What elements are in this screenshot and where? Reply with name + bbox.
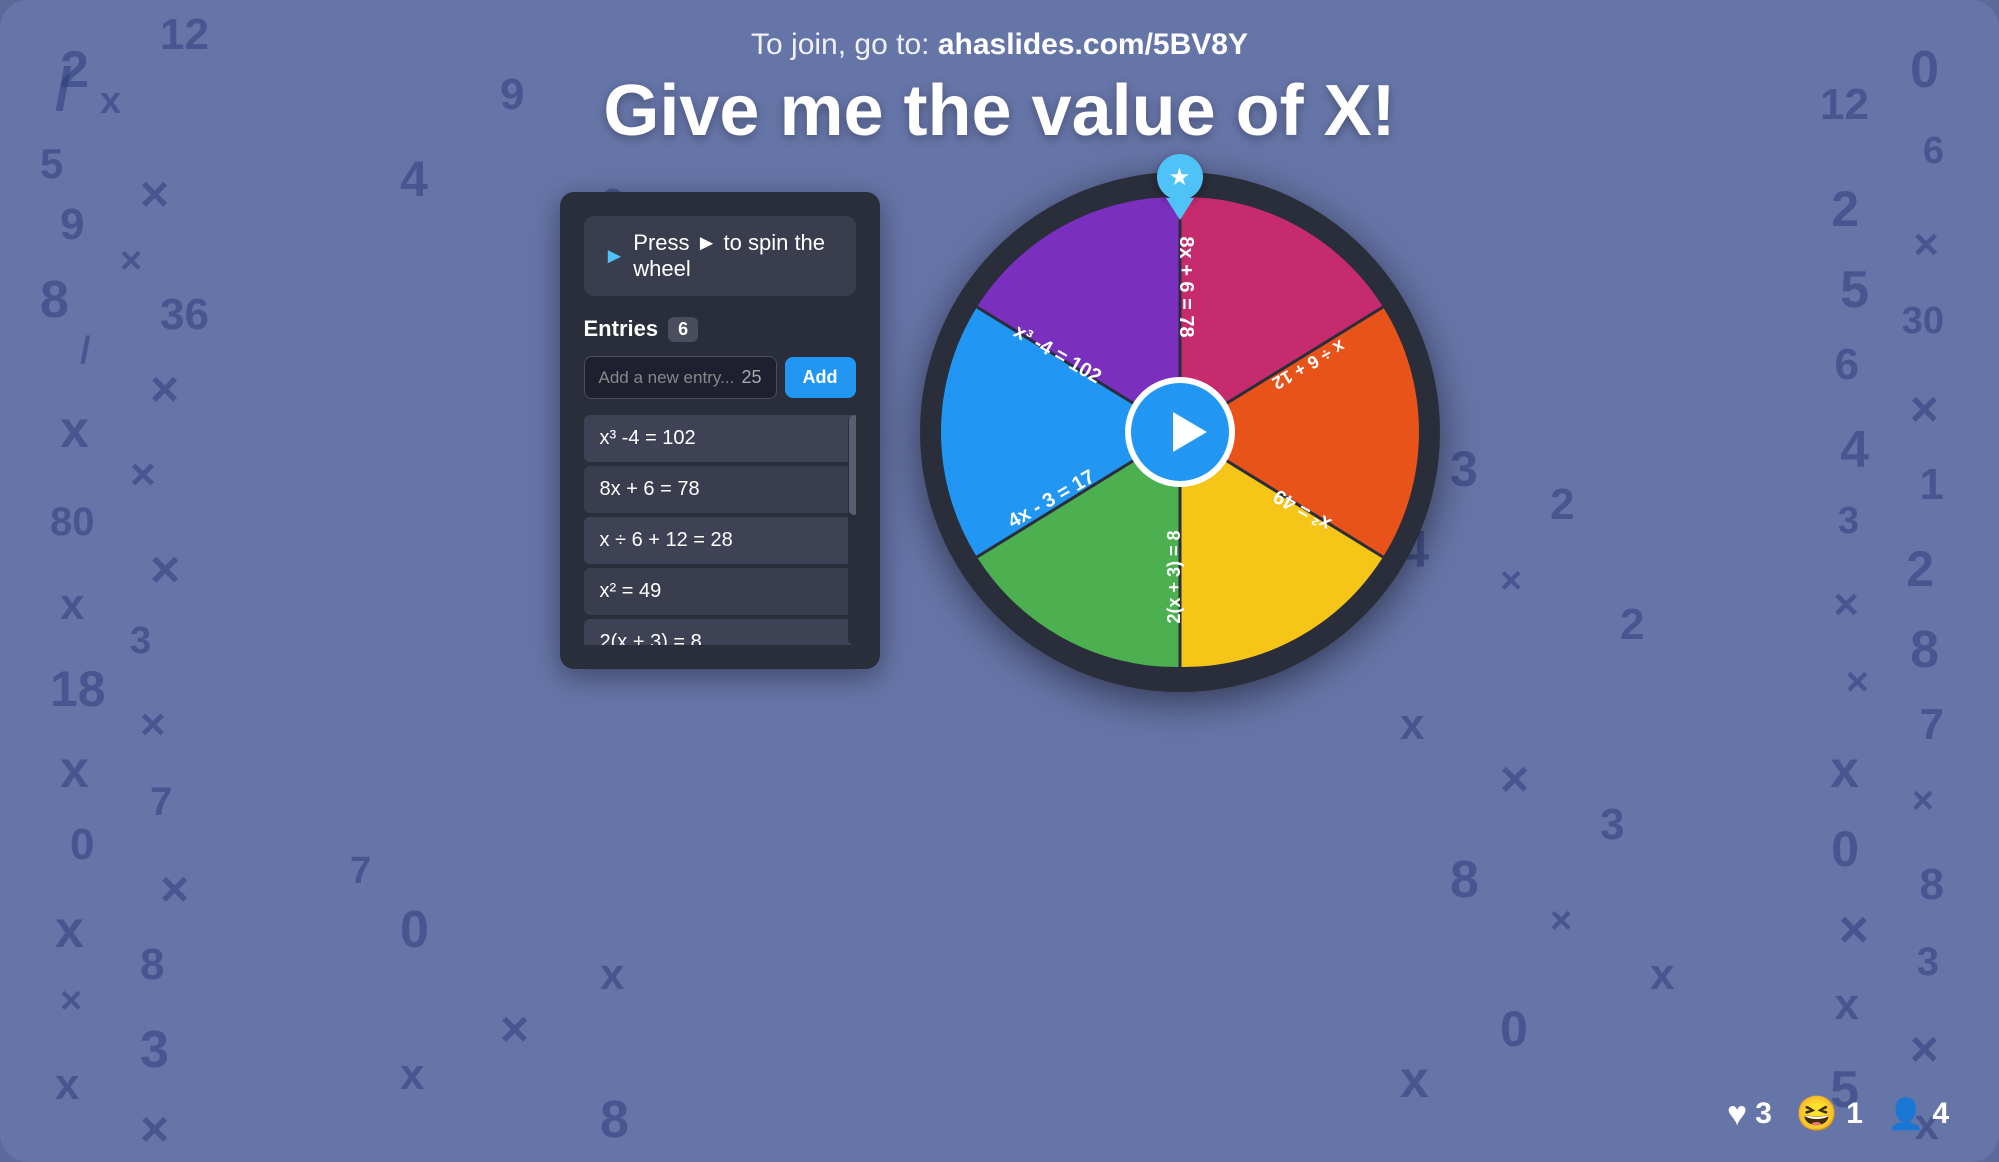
bottom-stats: ♥ 3 😆 1 👤 4 [1727, 1094, 1949, 1134]
svg-text:8x + 6 = 78: 8x + 6 = 78 [1175, 236, 1197, 337]
hearts-count: 3 [1755, 1097, 1772, 1131]
heart-icon: ♥ [1727, 1095, 1747, 1134]
wheel-outer: x³ -4 = 102 8x + 6 = 78 x ÷ 6 + 12 x² = … [920, 172, 1440, 692]
entry-input-placeholder: Add a new entry... [599, 368, 735, 388]
wheel-pointer: ★ [1157, 154, 1203, 220]
join-url: ahaslides.com/5BV8Y [938, 28, 1248, 61]
content-area: ► Press ► to spin the wheel Entries 6 Ad… [560, 192, 1440, 692]
laugh-icon: 😆 [1796, 1094, 1838, 1134]
svg-text:2(x + 3) = 8: 2(x + 3) = 8 [1164, 530, 1184, 623]
users-icon: 👤 [1887, 1097, 1924, 1132]
main-container: To join, go to: ahaslides.com/5BV8Y Give… [0, 0, 1999, 1162]
users-count: 4 [1932, 1097, 1949, 1131]
entries-label: Entries [584, 316, 659, 342]
laugh-stat: 😆 1 [1796, 1094, 1863, 1134]
list-item: x² = 49 [584, 568, 856, 615]
join-info: To join, go to: ahaslides.com/5BV8Y [0, 28, 1999, 62]
entries-list: x³ -4 = 102 8x + 6 = 78 x ÷ 6 + 12 = 28 … [584, 415, 856, 645]
entry-char-count: 25 [741, 367, 761, 388]
scrollbar-track[interactable] [848, 415, 856, 645]
list-item: 8x + 6 = 78 [584, 466, 856, 513]
entries-header: Entries 6 [584, 316, 856, 342]
pointer-star: ★ [1157, 154, 1203, 200]
add-button[interactable]: Add [785, 357, 856, 398]
entry-input-row: Add a new entry... 25 Add [584, 356, 856, 399]
entries-badge: 6 [668, 317, 698, 342]
users-stat: 👤 4 [1887, 1097, 1949, 1132]
list-item: 2(x + 3) = 8 [584, 619, 856, 645]
pointer-arrow-icon [1166, 198, 1194, 220]
list-item: x ÷ 6 + 12 = 28 [584, 517, 856, 564]
laugh-count: 1 [1846, 1097, 1863, 1131]
entries-panel: ► Press ► to spin the wheel Entries 6 Ad… [560, 192, 880, 669]
wheel-container: ★ [920, 172, 1440, 692]
spin-instruction: ► Press ► to spin the wheel [584, 216, 856, 296]
header: To join, go to: ahaslides.com/5BV8Y Give… [0, 0, 1999, 162]
join-text-label: To join, go to: [751, 28, 938, 61]
hearts-stat: ♥ 3 [1727, 1095, 1772, 1134]
scrollbar-thumb[interactable] [849, 415, 856, 515]
wheel-svg: x³ -4 = 102 8x + 6 = 78 x ÷ 6 + 12 x² = … [935, 187, 1425, 677]
entry-input-container[interactable]: Add a new entry... 25 [584, 356, 777, 399]
slide-title: Give me the value of X! [0, 70, 1999, 152]
play-arrow-icon: ► [604, 243, 626, 269]
spin-instruction-text: Press ► to spin the wheel [633, 230, 835, 282]
list-item: x³ -4 = 102 [584, 415, 856, 462]
